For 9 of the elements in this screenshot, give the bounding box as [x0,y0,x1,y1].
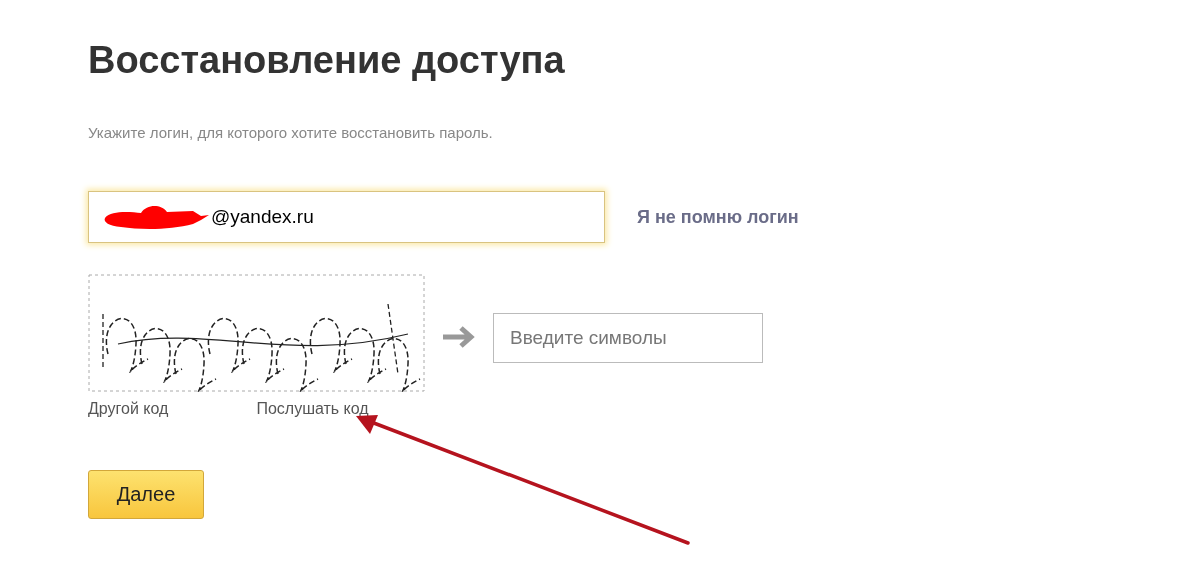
instruction-text: Укажите логин, для которого хотите восстановить пароль. [88,124,494,141]
arrow-right-icon [441,325,477,349]
page-title: Восстановление доступа [88,38,566,83]
forgot-login-link[interactable]: Я не помню логин [637,206,799,228]
next-button[interactable]: Далее [88,470,204,519]
login-field[interactable]: @yandex.ru [88,191,605,243]
captcha-input[interactable]: Введите символы [493,313,763,363]
listen-code-link[interactable]: Послушать код [256,400,369,418]
other-code-link[interactable]: Другой код [88,400,169,418]
